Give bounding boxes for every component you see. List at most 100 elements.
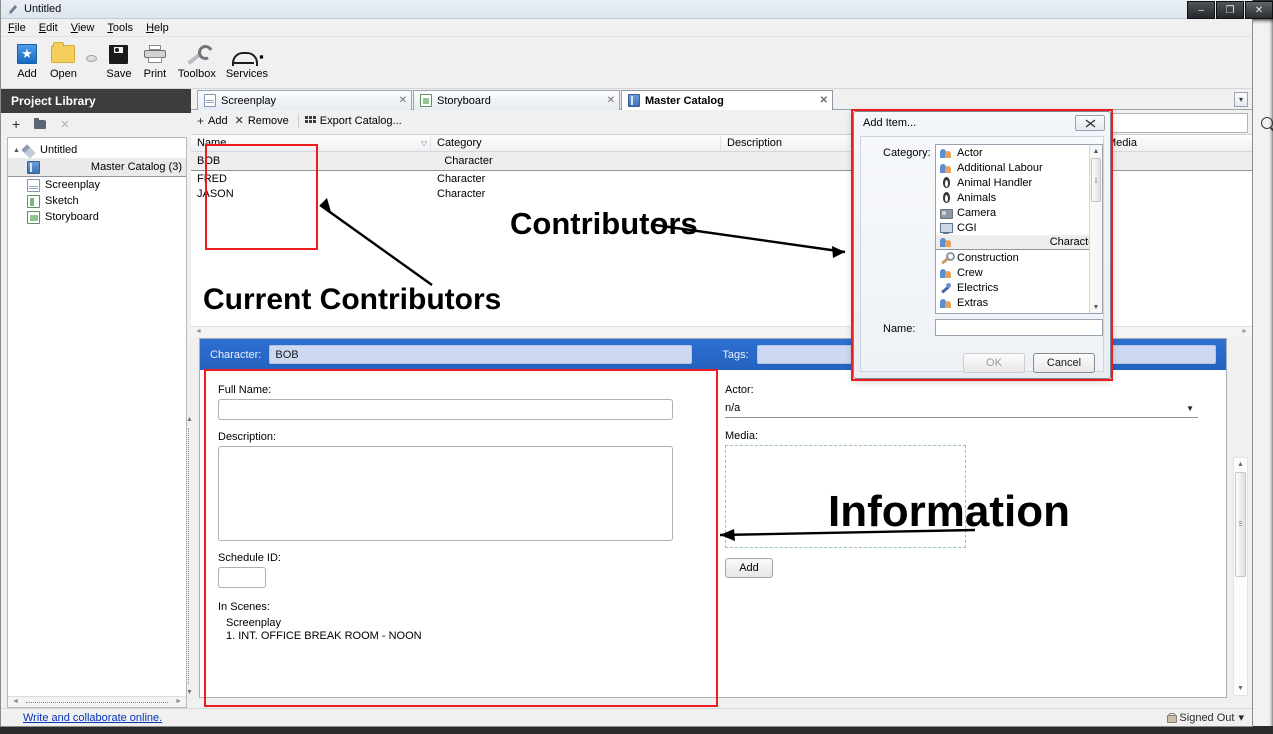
listbox-scrollbar[interactable]: ▲ ▼: [1089, 145, 1102, 313]
project-library-toolbar[interactable]: + ✕: [1, 113, 191, 135]
minimize-button[interactable]: –: [1187, 1, 1215, 19]
option-label: Actor: [957, 146, 983, 159]
category-option-electrics[interactable]: Electrics: [936, 280, 1102, 295]
cell-category: Character: [437, 172, 486, 185]
full-name-input[interactable]: [218, 399, 673, 420]
toolbar-services-button[interactable]: ▪ Services: [221, 47, 273, 80]
menu-item-view[interactable]: View: [71, 22, 95, 34]
tree-horizontal-scrollbar[interactable]: ◄ ►: [8, 696, 186, 707]
dialog-cancel-button[interactable]: Cancel: [1033, 353, 1095, 373]
account-caret-icon[interactable]: ▾: [1238, 711, 1244, 724]
scroll-right-icon[interactable]: ►: [1241, 328, 1248, 335]
folder-icon: [51, 41, 76, 67]
scroll-left-icon[interactable]: ◄: [195, 328, 202, 335]
catalog-add-button[interactable]: + Add: [197, 114, 235, 128]
category-option-crew[interactable]: Crew: [936, 265, 1102, 280]
scene-list-item[interactable]: 1. INT. OFFICE BREAK ROOM - NOON: [218, 630, 715, 642]
scroll-right-icon[interactable]: ►: [175, 698, 182, 705]
actor-select[interactable]: n/a ▼: [725, 399, 1198, 418]
tree-item-storyboard[interactable]: Storyboard: [8, 209, 186, 225]
library-remove-button[interactable]: ✕: [60, 118, 69, 131]
scrollbar-thumb[interactable]: [1091, 158, 1101, 202]
details-vertical-scrollbar[interactable]: ▲ ▼: [1233, 457, 1248, 696]
toolbar-toolbox-button[interactable]: Toolbox: [173, 41, 221, 80]
main-toolbar[interactable]: Add Open Save Print Toolbox ▪ Services: [1, 37, 1252, 89]
project-tree[interactable]: ▲ Untitled Master Catalog (3) Screenplay…: [7, 137, 187, 708]
panel-splitter[interactable]: ▲ ▼: [185, 414, 193, 698]
category-option-character[interactable]: Character: [936, 235, 1102, 250]
description-textarea[interactable]: [218, 446, 673, 541]
toolbar-save-button[interactable]: Save: [101, 41, 137, 80]
document-tab-bar[interactable]: Screenplay ✕ Storyboard ✕ Master Catalog…: [191, 89, 1252, 110]
option-label: Construction: [957, 251, 1019, 264]
category-listbox[interactable]: Actor Additional Labour Animal Handler A…: [935, 144, 1103, 314]
scroll-up-icon[interactable]: ▲: [1234, 458, 1247, 471]
library-folder-icon[interactable]: [34, 117, 47, 129]
account-status[interactable]: Signed Out ▾: [1167, 711, 1244, 724]
tree-item-screenplay[interactable]: Screenplay: [8, 177, 186, 193]
maximize-button[interactable]: ❐: [1216, 1, 1244, 19]
tree-item-sketch[interactable]: Sketch: [8, 193, 186, 209]
media-dropzone[interactable]: [725, 445, 966, 548]
tab-overflow-menu-button[interactable]: ▾: [1234, 92, 1248, 107]
tree-item-untitled[interactable]: ▲ Untitled: [8, 142, 186, 158]
toolbar-toolbox-label: Toolbox: [177, 68, 216, 80]
details-name-field[interactable]: BOB: [269, 345, 693, 364]
catalog-remove-button[interactable]: ✕ Remove: [235, 114, 296, 128]
scroll-down-icon[interactable]: ▼: [1090, 301, 1102, 313]
tab-close-icon[interactable]: ✕: [391, 95, 407, 106]
column-header-name[interactable]: Name: [191, 135, 431, 151]
menu-bar[interactable]: File Edit View Tools Help: [1, 19, 1252, 37]
cell-name: FRED: [197, 172, 227, 185]
menu-item-file[interactable]: File: [8, 22, 26, 34]
add-item-dialog[interactable]: Add Item... Category: Actor Additional L…: [853, 111, 1111, 379]
item-details-panel: Character: BOB Tags: Full Name: Descript…: [199, 338, 1227, 698]
category-option-camera[interactable]: Camera: [936, 205, 1102, 220]
splitter-down-icon[interactable]: ▼: [186, 689, 193, 696]
category-option-extras[interactable]: Extras: [936, 295, 1102, 310]
category-option-additional-labour[interactable]: Additional Labour: [936, 160, 1102, 175]
search-icon[interactable]: [1261, 117, 1273, 129]
catalog-search-box[interactable]: [1110, 113, 1273, 133]
tree-item-master-catalog[interactable]: Master Catalog (3): [8, 158, 186, 177]
dialog-name-input[interactable]: [935, 319, 1103, 336]
category-option-actor[interactable]: Actor: [936, 145, 1102, 160]
menu-item-tools[interactable]: Tools: [107, 22, 133, 34]
cell-name: JASON: [197, 187, 234, 200]
people-icon: [940, 162, 952, 174]
toolbar-add-button[interactable]: Add: [9, 41, 45, 80]
scroll-up-icon[interactable]: ▲: [1090, 145, 1102, 157]
menu-item-edit[interactable]: Edit: [39, 22, 58, 34]
tab-storyboard[interactable]: Storyboard ✕: [413, 90, 620, 110]
category-option-animal-handler[interactable]: Animal Handler: [936, 175, 1102, 190]
scroll-down-icon[interactable]: ▼: [1234, 682, 1247, 695]
menu-item-help[interactable]: Help: [146, 22, 169, 34]
category-option-construction[interactable]: Construction: [936, 250, 1102, 265]
media-add-button[interactable]: Add: [725, 558, 773, 578]
tab-master-catalog[interactable]: Master Catalog ✕: [621, 90, 833, 110]
column-header-media[interactable]: Media: [1101, 135, 1226, 151]
services-caret-icon: ▪: [259, 49, 264, 64]
column-header-category[interactable]: ▽ Category: [421, 135, 721, 151]
scroll-left-icon[interactable]: ◄: [12, 698, 19, 705]
scrollbar-thumb[interactable]: [1235, 472, 1246, 577]
schedule-id-input[interactable]: [218, 567, 266, 588]
splitter-up-icon[interactable]: ▲: [186, 416, 193, 423]
toolbar-recent-button[interactable]: [82, 41, 101, 68]
toolbar-print-button[interactable]: Print: [137, 41, 173, 80]
option-label: CGI: [957, 221, 977, 234]
category-option-animals[interactable]: Animals: [936, 190, 1102, 205]
tab-screenplay[interactable]: Screenplay ✕: [197, 90, 412, 110]
tab-close-icon[interactable]: ✕: [599, 95, 615, 106]
library-add-button[interactable]: +: [12, 116, 20, 132]
toolbar-open-button[interactable]: Open: [45, 41, 82, 80]
close-button[interactable]: ✕: [1245, 1, 1273, 19]
category-option-cgi[interactable]: CGI: [936, 220, 1102, 235]
dialog-ok-button[interactable]: OK: [963, 353, 1025, 373]
export-catalog-button[interactable]: Export Catalog...: [304, 115, 409, 127]
window-controls[interactable]: – ❐ ✕: [1180, 0, 1273, 20]
search-input[interactable]: [1115, 116, 1261, 130]
dialog-close-button[interactable]: [1075, 115, 1105, 131]
collaborate-link[interactable]: Write and collaborate online.: [23, 712, 162, 724]
tab-close-icon[interactable]: ✕: [812, 95, 828, 106]
